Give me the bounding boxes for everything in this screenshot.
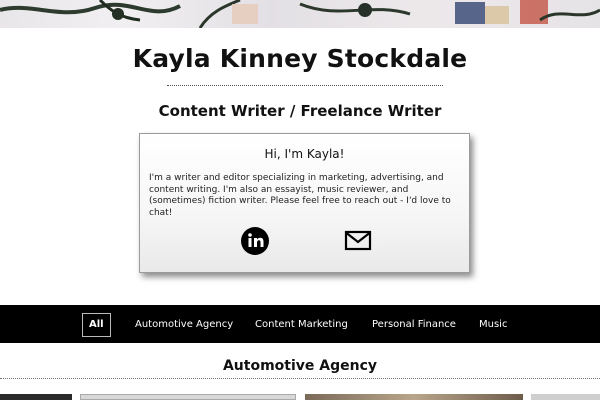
portfolio-thumbnail[interactable] xyxy=(0,394,72,400)
portfolio-thumbnail[interactable] xyxy=(531,394,600,400)
portfolio-thumbnails xyxy=(0,394,600,400)
page-title: Kayla Kinney Stockdale xyxy=(132,44,468,73)
category-filter-bar: All Automotive Agency Content Marketing … xyxy=(0,305,600,343)
header-banner-image xyxy=(0,0,600,28)
portfolio-thumbnail[interactable] xyxy=(305,394,523,400)
intro-greeting: Hi, I'm Kayla! xyxy=(264,147,345,161)
linkedin-icon[interactable] xyxy=(241,227,269,255)
filter-automotive-agency[interactable]: Automotive Agency xyxy=(135,315,233,335)
filter-music[interactable]: Music xyxy=(479,315,507,335)
section-divider xyxy=(0,378,600,379)
section-heading: Automotive Agency xyxy=(222,358,378,374)
filter-personal-finance[interactable]: Personal Finance xyxy=(372,315,456,335)
filter-all[interactable]: All xyxy=(82,313,111,337)
intro-card: Hi, I'm Kayla! I'm a writer and editor s… xyxy=(139,133,470,273)
filter-content-marketing[interactable]: Content Marketing xyxy=(255,315,348,335)
intro-body: I'm a writer and editor specializing in … xyxy=(149,173,451,218)
portfolio-thumbnail[interactable] xyxy=(80,394,296,400)
mail-icon[interactable] xyxy=(344,229,372,253)
page-subtitle: Content Writer / Freelance Writer xyxy=(158,102,442,120)
banner-artwork xyxy=(0,0,600,28)
title-divider xyxy=(167,85,443,86)
